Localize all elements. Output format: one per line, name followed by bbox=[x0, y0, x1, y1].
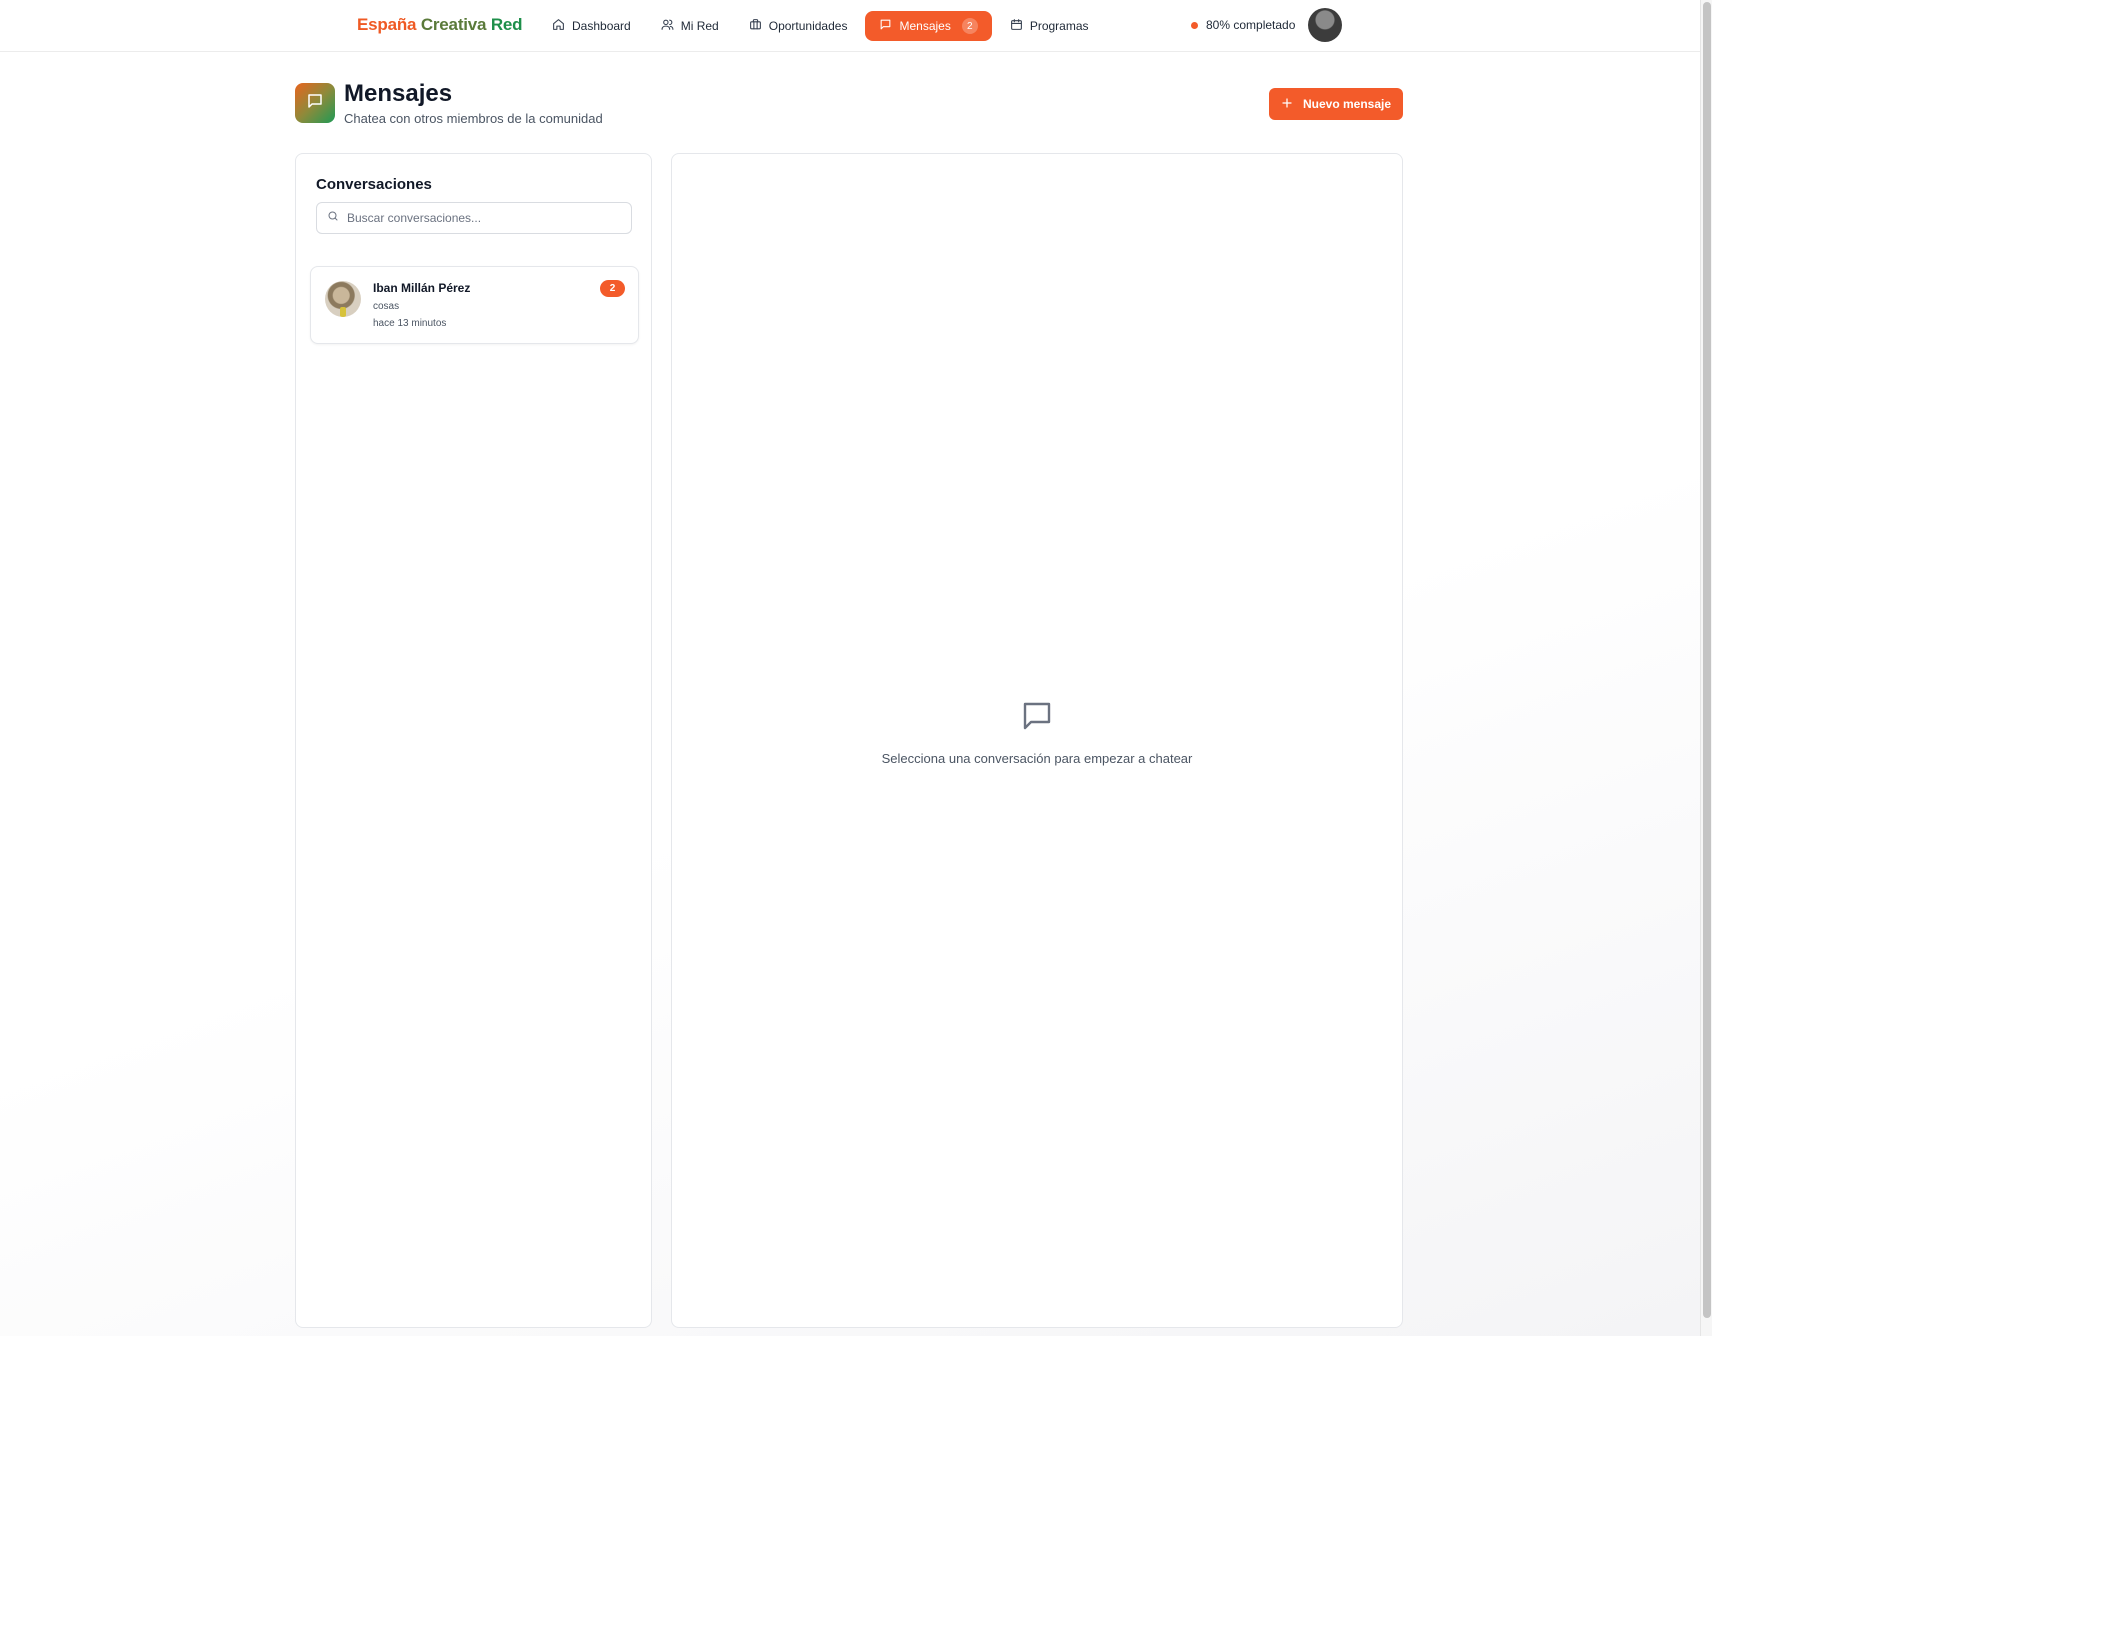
empty-state-text: Selecciona una conversación para empezar… bbox=[881, 751, 1193, 766]
conversations-title: Conversaciones bbox=[316, 176, 432, 193]
main-nav: Dashboard Mi Red Oportunidades Mensajes bbox=[540, 11, 1101, 41]
page-subtitle: Chatea con otros miembros de la comunida… bbox=[344, 111, 603, 126]
vertical-scrollbar[interactable] bbox=[1700, 0, 1712, 1336]
search-icon bbox=[327, 209, 339, 227]
conversations-panel: Conversaciones Iban Millán Pérez cosas h… bbox=[295, 153, 652, 1328]
top-navbar: España Creativa Red Dashboard Mi Red Opo… bbox=[0, 0, 1700, 52]
calendar-icon bbox=[1010, 18, 1023, 34]
brand-logo[interactable]: España Creativa Red bbox=[357, 15, 523, 35]
nav-item-mi-red[interactable]: Mi Red bbox=[649, 11, 731, 41]
nav-item-label: Dashboard bbox=[572, 19, 631, 33]
home-icon bbox=[552, 18, 565, 34]
user-avatar[interactable] bbox=[1308, 8, 1342, 42]
message-icon bbox=[306, 92, 324, 115]
conversation-time: hace 13 minutos bbox=[373, 318, 447, 329]
profile-progress-label: 80% completado bbox=[1206, 18, 1296, 32]
nav-item-label: Mi Red bbox=[680, 19, 719, 33]
unread-badge: 2 bbox=[600, 280, 625, 297]
conversation-search[interactable] bbox=[316, 202, 632, 234]
message-icon bbox=[1019, 698, 1055, 734]
search-input[interactable] bbox=[347, 211, 617, 225]
nav-item-mensajes[interactable]: Mensajes 2 bbox=[865, 11, 992, 41]
plus-icon bbox=[1281, 97, 1293, 112]
briefcase-icon bbox=[749, 18, 762, 34]
conversation-preview: cosas bbox=[373, 301, 400, 312]
message-icon bbox=[879, 18, 892, 34]
app-viewport: España Creativa Red Dashboard Mi Red Opo… bbox=[0, 0, 1700, 1336]
conversation-item[interactable]: Iban Millán Pérez cosas hace 13 minutos … bbox=[310, 266, 639, 344]
nav-item-programas[interactable]: Programas bbox=[998, 11, 1101, 41]
chat-panel: Selecciona una conversación para empezar… bbox=[671, 153, 1403, 1328]
profile-progress: 80% completado bbox=[1191, 18, 1295, 32]
scrollbar-thumb[interactable] bbox=[1703, 2, 1711, 1318]
nav-item-dashboard[interactable]: Dashboard bbox=[540, 11, 643, 41]
nav-item-oportunidades[interactable]: Oportunidades bbox=[737, 11, 860, 41]
new-message-button[interactable]: Nuevo mensaje bbox=[1269, 88, 1403, 120]
nav-item-label: Mensajes bbox=[899, 19, 951, 33]
new-message-label: Nuevo mensaje bbox=[1302, 97, 1392, 111]
nav-item-label: Oportunidades bbox=[768, 19, 848, 33]
unread-count-badge: 2 bbox=[961, 18, 978, 34]
conversation-name: Iban Millán Pérez bbox=[373, 281, 471, 295]
page-title: Mensajes bbox=[344, 80, 453, 107]
page-icon bbox=[295, 83, 335, 123]
avatar bbox=[325, 281, 361, 317]
nav-item-label: Programas bbox=[1029, 19, 1089, 33]
users-icon bbox=[661, 18, 674, 34]
status-dot bbox=[1191, 21, 1198, 29]
